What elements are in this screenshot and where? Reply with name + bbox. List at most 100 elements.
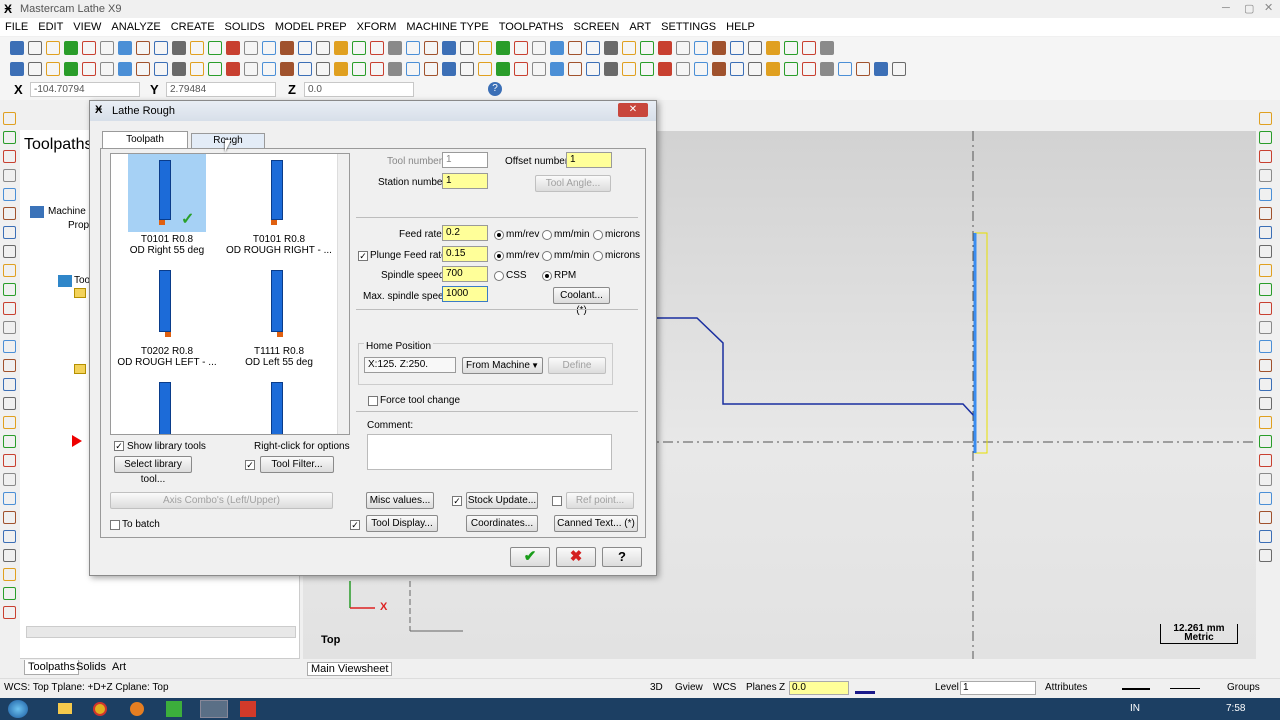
toolbar-tool-icon[interactable] xyxy=(262,62,276,76)
toolbar-tool-icon[interactable] xyxy=(136,41,150,55)
menu-item-view[interactable]: VIEW xyxy=(68,18,106,33)
toolbar-tool-icon[interactable] xyxy=(532,41,546,55)
toolbar-tool-icon[interactable] xyxy=(136,62,150,76)
to-batch-checkbox[interactable] xyxy=(110,520,120,530)
tool-list[interactable]: ✓ T0101 R0.8 OD Right 55 deg T0101 R0.8 … xyxy=(110,153,350,435)
css-radio[interactable] xyxy=(494,271,504,281)
toolbar-tool-icon[interactable] xyxy=(658,41,672,55)
side-tool-icon[interactable] xyxy=(3,302,16,315)
menu-item-xform[interactable]: XFORM xyxy=(352,18,402,33)
language-indicator[interactable]: IN xyxy=(1130,703,1140,714)
toolbar-tool-icon[interactable] xyxy=(694,62,708,76)
clock[interactable]: 7:58 xyxy=(1226,703,1245,714)
ref-point-button[interactable]: Ref point... xyxy=(566,492,634,509)
toolbar-tool-icon[interactable] xyxy=(352,62,366,76)
station-number-input[interactable]: 1 xyxy=(442,173,488,189)
side-tool-icon[interactable] xyxy=(3,511,16,524)
toolbar-tool-icon[interactable] xyxy=(28,41,42,55)
feed-microns-radio[interactable] xyxy=(593,230,603,240)
toolbar-tool-icon[interactable] xyxy=(82,62,96,76)
maximize-icon[interactable]: ▢ xyxy=(1244,2,1254,15)
toolbar-tool-icon[interactable] xyxy=(730,41,744,55)
toolbar-tool-icon[interactable] xyxy=(370,41,384,55)
tool-filter-button[interactable]: Tool Filter... xyxy=(260,456,334,473)
side-tool-icon[interactable] xyxy=(3,549,16,562)
toolbar-tool-icon[interactable] xyxy=(730,62,744,76)
side-tool-icon[interactable] xyxy=(1259,492,1272,505)
side-tool-icon[interactable] xyxy=(1259,397,1272,410)
toolbar-tool-icon[interactable] xyxy=(856,62,870,76)
toolbar-tool-icon[interactable] xyxy=(316,62,330,76)
tree-machine[interactable]: Machine xyxy=(48,206,86,217)
btn-3d[interactable]: 3D xyxy=(650,682,663,693)
toolbar-tool-icon[interactable] xyxy=(640,41,654,55)
feed-rate-input[interactable]: 0.2 xyxy=(442,225,488,241)
plunge-feed-input[interactable]: 0.15 xyxy=(442,246,488,262)
max-spindle-input[interactable]: 1000 xyxy=(442,286,488,302)
y-coordinate-input[interactable]: 2.79484 xyxy=(166,82,276,97)
side-tool-icon[interactable] xyxy=(3,321,16,334)
side-tool-icon[interactable] xyxy=(1259,340,1272,353)
toolbar-tool-icon[interactable] xyxy=(568,41,582,55)
tab-toolpath-parameters[interactable]: Toolpath parameters xyxy=(102,131,188,161)
close-icon[interactable]: ✕ xyxy=(1264,1,1273,14)
menu-item-help[interactable]: HELP xyxy=(721,18,760,33)
toolbar-tool-icon[interactable] xyxy=(226,62,240,76)
menu-item-edit[interactable]: EDIT xyxy=(33,18,68,33)
toolbar-tool-icon[interactable] xyxy=(10,62,24,76)
side-tool-icon[interactable] xyxy=(1259,169,1272,182)
toolbar-tool-icon[interactable] xyxy=(442,62,456,76)
toolbar-tool-icon[interactable] xyxy=(280,62,294,76)
toolbar-tool-icon[interactable] xyxy=(802,62,816,76)
toolbar-tool-icon[interactable] xyxy=(676,62,690,76)
toolbar-tool-icon[interactable] xyxy=(784,62,798,76)
menu-item-model-prep[interactable]: MODEL PREP xyxy=(270,18,352,33)
toolbar-tool-icon[interactable] xyxy=(154,41,168,55)
toolbar-tool-icon[interactable] xyxy=(424,41,438,55)
menu-item-machine-type[interactable]: MACHINE TYPE xyxy=(401,18,493,33)
toolbar-tool-icon[interactable] xyxy=(334,62,348,76)
toolbar-tool-icon[interactable] xyxy=(298,41,312,55)
feed-mmrev-radio[interactable] xyxy=(494,230,504,240)
tree-properties[interactable]: Prop xyxy=(54,220,89,231)
firefox-icon[interactable] xyxy=(130,702,144,716)
toolbar-tool-icon[interactable] xyxy=(82,41,96,55)
toolbar-tool-icon[interactable] xyxy=(748,41,762,55)
toolbar-tool-icon[interactable] xyxy=(46,41,60,55)
chrome-icon[interactable] xyxy=(93,702,107,716)
side-tool-icon[interactable] xyxy=(1259,131,1272,144)
app-green-icon[interactable] xyxy=(166,701,182,717)
x-coordinate-input[interactable]: -104.70794 xyxy=(30,82,140,97)
toolbar-tool-icon[interactable] xyxy=(280,41,294,55)
toolbar-tool-icon[interactable] xyxy=(424,62,438,76)
groups-button[interactable]: Groups xyxy=(1227,682,1260,693)
side-tool-icon[interactable] xyxy=(1259,264,1272,277)
menu-item-file[interactable]: FILE xyxy=(0,18,33,33)
toolbar-tool-icon[interactable] xyxy=(586,62,600,76)
toolbar-tool-icon[interactable] xyxy=(676,41,690,55)
toolbar-tool-icon[interactable] xyxy=(640,62,654,76)
toolbar-tool-icon[interactable] xyxy=(226,41,240,55)
side-tool-icon[interactable] xyxy=(3,473,16,486)
help-question-icon[interactable]: ? xyxy=(602,547,642,567)
toolbar-tool-icon[interactable] xyxy=(496,41,510,55)
side-tool-icon[interactable] xyxy=(3,359,16,372)
coordinates-button[interactable]: Coordinates... xyxy=(466,515,538,532)
toolbar-tool-icon[interactable] xyxy=(712,41,726,55)
help-icon[interactable]: ? xyxy=(488,82,502,96)
toolbar-tool-icon[interactable] xyxy=(388,41,402,55)
toolbar-tool-icon[interactable] xyxy=(658,62,672,76)
rpm-radio[interactable] xyxy=(542,271,552,281)
horizontal-scrollbar[interactable] xyxy=(26,626,296,638)
z-coordinate-input[interactable]: 0.0 xyxy=(304,82,414,97)
toolbar-tool-icon[interactable] xyxy=(190,41,204,55)
side-tool-icon[interactable] xyxy=(1259,302,1272,315)
toolbar-tool-icon[interactable] xyxy=(532,62,546,76)
side-tool-icon[interactable] xyxy=(3,435,16,448)
toolbar-tool-icon[interactable] xyxy=(316,41,330,55)
btn-wcs[interactable]: WCS xyxy=(713,682,736,693)
toolbar-tool-icon[interactable] xyxy=(28,62,42,76)
side-tool-icon[interactable] xyxy=(3,568,16,581)
tool-display-button[interactable]: Tool Display... xyxy=(366,515,438,532)
tab-art[interactable]: Art xyxy=(112,661,126,673)
